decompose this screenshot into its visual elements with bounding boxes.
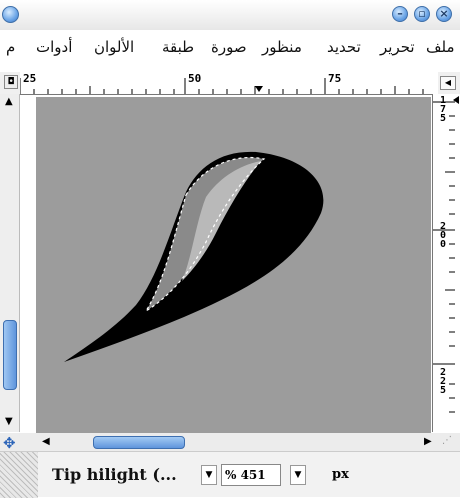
- vertical-scroll-thumb[interactable]: [3, 320, 17, 390]
- horizontal-ruler[interactable]: 25 50 75: [20, 72, 438, 95]
- resize-grip-icon[interactable]: ⋰: [442, 435, 452, 446]
- menu-select[interactable]: تحديد: [327, 38, 361, 56]
- menu-image[interactable]: صورة: [211, 38, 247, 56]
- menu-bar: ملف تحرير تحديد منظور صورة طبقة الألوان …: [0, 30, 460, 70]
- vruler-label-225: 225: [440, 367, 447, 396]
- ruler-ticks: [20, 78, 424, 94]
- minimize-icon[interactable]: –: [392, 6, 408, 22]
- ruler-row: ◘ 25 50 75 ◀: [0, 72, 460, 95]
- menu-file[interactable]: ملف: [426, 38, 455, 56]
- horizontal-scroll-thumb[interactable]: [93, 436, 185, 449]
- scroll-up-icon[interactable]: ▲: [5, 96, 13, 107]
- maximize-icon[interactable]: ▫: [414, 6, 430, 22]
- scroll-right-icon[interactable]: ▶: [424, 436, 432, 447]
- menu-edit[interactable]: تحرير: [380, 38, 415, 56]
- layer-dropdown-icon[interactable]: ▼: [201, 465, 217, 485]
- menu-tools[interactable]: أدوات: [36, 38, 72, 56]
- menu-layer[interactable]: طبقة: [162, 38, 194, 56]
- vertical-scrollbar[interactable]: ▲ ▼: [0, 94, 20, 432]
- scroll-down-icon[interactable]: ▼: [5, 416, 13, 427]
- close-icon[interactable]: ×: [436, 6, 452, 22]
- zoom-input[interactable]: % 451: [221, 464, 281, 486]
- menu-partial[interactable]: م: [6, 38, 15, 56]
- unit-selector[interactable]: px: [332, 467, 349, 482]
- quick-mask-icon[interactable]: ◘: [4, 75, 18, 89]
- vertical-ruler[interactable]: 175 200 225: [432, 94, 460, 432]
- ruler-label-25: 25: [23, 72, 37, 85]
- status-bar: Tip hilight (... ▼ % 451 ▼ px: [0, 451, 460, 498]
- menu-colors[interactable]: الألوان: [94, 38, 134, 56]
- navigate-icon[interactable]: ◀: [440, 76, 456, 90]
- brush-tip-artwork: [64, 151, 324, 362]
- ruler-label-75: 75: [328, 72, 342, 85]
- ruler-label-50: 50: [188, 72, 202, 85]
- status-grip: [0, 452, 38, 498]
- scroll-left-icon[interactable]: ◀: [42, 436, 50, 447]
- vruler-label-200: 200: [440, 221, 447, 250]
- horizontal-scrollbar[interactable]: ✥ ◀ ▶ ⋰: [0, 433, 460, 452]
- title-bar: – ▫ ×: [0, 0, 460, 30]
- window-menu-icon[interactable]: [2, 6, 19, 23]
- zoom-dropdown-icon[interactable]: ▼: [290, 465, 306, 485]
- active-layer-label[interactable]: Tip hilight (...: [52, 465, 177, 484]
- move-navigate-icon[interactable]: ✥: [3, 434, 16, 452]
- menu-view[interactable]: منظور: [262, 38, 302, 56]
- image-canvas[interactable]: [36, 97, 431, 433]
- vruler-label-175: 175: [440, 95, 447, 124]
